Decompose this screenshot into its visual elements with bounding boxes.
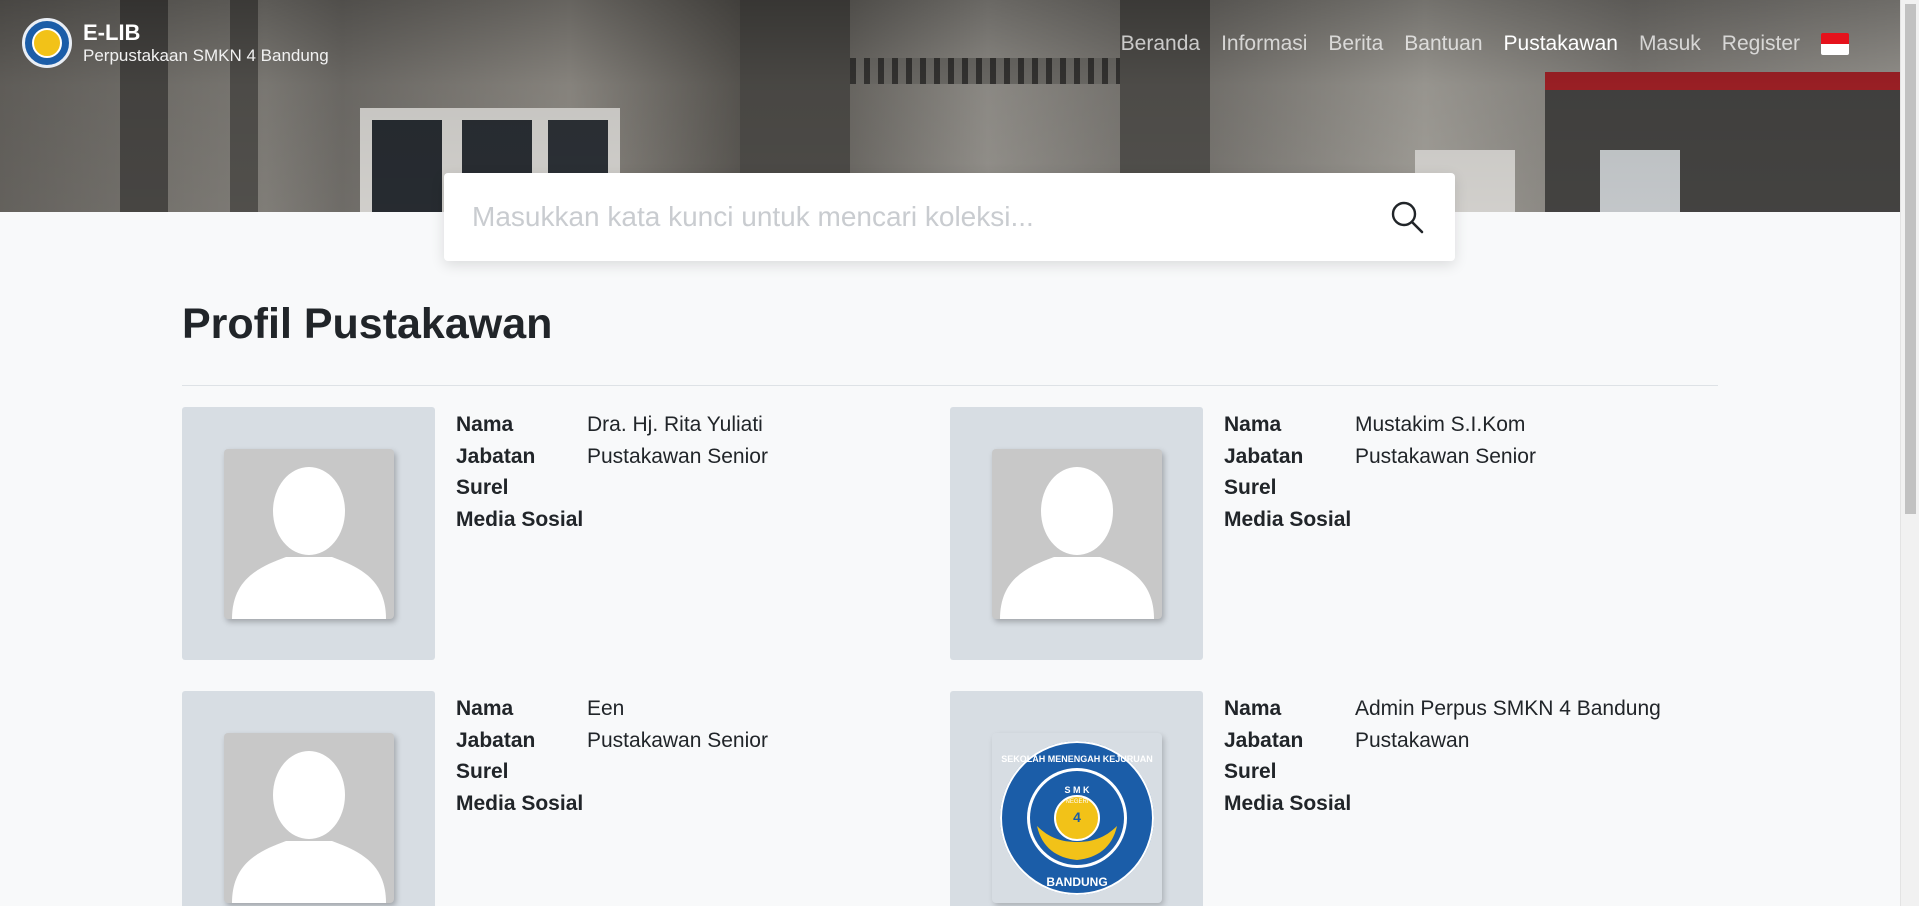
nav-pustakawan[interactable]: Pustakawan	[1504, 32, 1618, 56]
librarian-photo: 4 S M K NEGERI BANDUNG SEKOLAH MENENGAH …	[950, 691, 1203, 906]
svg-text:SEKOLAH MENENGAH KEJURUAN: SEKOLAH MENENGAH KEJURUAN	[1001, 754, 1153, 764]
librarian-card: 4 S M K NEGERI BANDUNG SEKOLAH MENENGAH …	[950, 691, 1690, 906]
name-label: Nama	[1224, 413, 1282, 436]
nav-register[interactable]: Register	[1722, 32, 1800, 56]
placeholder-avatar-icon	[991, 448, 1162, 619]
librarian-photo	[950, 407, 1203, 660]
page-scrollbar[interactable]	[1900, 0, 1919, 906]
librarian-card: Nama Een Jabatan Pustakawan Senior Surel M…	[182, 691, 922, 906]
svg-text:BANDUNG: BANDUNG	[1046, 875, 1107, 889]
position-label: Jabatan	[456, 728, 536, 752]
main-nav: Beranda Informasi Berita Bantuan Pustaka…	[1100, 32, 1849, 56]
page-title: Profil Pustakawan	[182, 300, 553, 348]
name-label: Nama	[456, 413, 514, 436]
email-label: Surel	[456, 476, 509, 499]
librarian-name: Admin Perpus SMKN 4 Bandung	[1355, 697, 1661, 720]
social-label: Media Sosial	[456, 791, 584, 815]
position-label: Jabatan	[1224, 728, 1304, 752]
search-bar	[444, 173, 1455, 261]
social-label: Media Sosial	[456, 507, 584, 531]
social-label: Media Sosial	[1224, 791, 1352, 815]
position-label: Jabatan	[456, 444, 536, 468]
nav-berita[interactable]: Berita	[1328, 32, 1383, 56]
placeholder-avatar-icon	[223, 732, 394, 903]
brand-title: E-LIB	[83, 20, 141, 45]
svg-text:NEGERI: NEGERI	[1065, 799, 1088, 805]
brand-subtitle: Perpustakaan SMKN 4 Bandung	[83, 46, 329, 65]
name-label: Nama	[456, 697, 514, 720]
logo-center-text: 4	[1073, 809, 1081, 825]
email-label: Surel	[1224, 760, 1277, 783]
position-label: Jabatan	[1224, 444, 1304, 468]
brand[interactable]: E-LIB Perpustakaan SMKN 4 Bandung	[22, 18, 329, 68]
school-logo-icon: 4 S M K NEGERI BANDUNG SEKOLAH MENENGAH …	[991, 732, 1162, 903]
nav-masuk[interactable]: Masuk	[1639, 32, 1701, 56]
scrollbar-thumb[interactable]	[1905, 4, 1916, 514]
librarian-name: Dra. Hj. Rita Yuliati	[587, 413, 763, 436]
nav-informasi[interactable]: Informasi	[1221, 32, 1307, 56]
librarian-card: Nama Mustakim S.I.Kom Jabatan Pustakawan S…	[950, 407, 1690, 667]
divider	[182, 385, 1718, 386]
social-label: Media Sosial	[1224, 507, 1352, 531]
search-input[interactable]	[472, 201, 1385, 233]
librarian-position: Pustakawan Senior	[1355, 444, 1536, 468]
nav-beranda[interactable]: Beranda	[1121, 32, 1200, 56]
librarian-position: Pustakawan	[1355, 728, 1470, 752]
email-label: Surel	[456, 760, 509, 783]
placeholder-avatar-icon	[223, 448, 394, 619]
name-label: Nama	[1224, 697, 1282, 720]
school-seal-icon	[22, 18, 72, 68]
librarian-photo	[182, 691, 435, 906]
librarian-position: Pustakawan Senior	[587, 444, 768, 468]
librarian-name: Mustakim S.I.Kom	[1355, 413, 1526, 436]
nav-bantuan[interactable]: Bantuan	[1404, 32, 1482, 56]
librarian-card: Nama Dra. Hj. Rita Yuliati Jabatan Pustaka…	[182, 407, 922, 667]
librarian-name: Een	[587, 697, 625, 720]
librarian-position: Pustakawan Senior	[587, 728, 768, 752]
search-icon[interactable]	[1385, 195, 1429, 239]
indonesia-flag-icon[interactable]	[1821, 33, 1849, 55]
svg-text:S M K: S M K	[1064, 785, 1090, 795]
librarian-photo	[182, 407, 435, 660]
email-label: Surel	[1224, 476, 1277, 499]
